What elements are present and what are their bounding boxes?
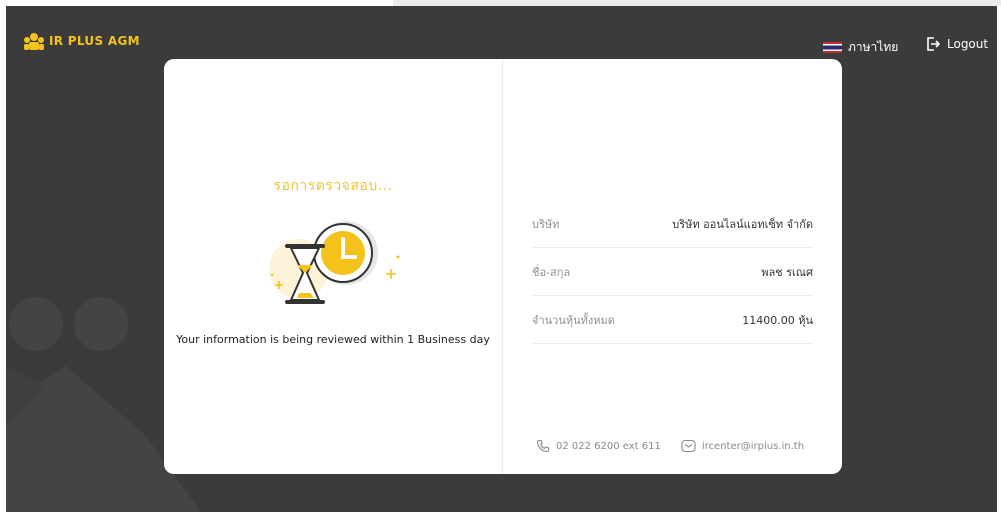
shareholder-details: บริษัท บริษัท ออนไลน์แอทเซ็ท จำกัด ชื่อ-… [532, 200, 813, 344]
contact-email[interactable]: ircenter@irplus.in.th [702, 441, 804, 452]
shares-label: จำนวนหุ้นทั้งหมด [532, 313, 615, 327]
status-title: รอการตรวจสอบ... [273, 178, 393, 194]
detail-row-company: บริษัท บริษัท ออนไลน์แอทเซ็ท จำกัด [532, 200, 813, 248]
language-label: ภาษาไทย [848, 40, 899, 54]
logout-label: Logout [947, 37, 989, 51]
phone-icon [536, 439, 550, 453]
thai-flag-icon [823, 42, 842, 53]
contact-info: 02 022 6200 ext 611 ircenter@irplus.in.t… [536, 439, 804, 453]
name-label: ชื่อ-สกุล [532, 265, 571, 279]
detail-row-shares: จำนวนหุ้นทั้งหมด 11400.00 หุ้น [532, 296, 813, 344]
review-message: Your information is being reviewed withi… [176, 333, 490, 346]
language-switch[interactable]: ภาษาไทย [823, 38, 898, 57]
shares-value: 11400.00 หุ้น [742, 313, 813, 327]
app-logo[interactable]: IR PLUS AGM [23, 31, 140, 51]
logout-icon [927, 37, 941, 51]
logo-icon [24, 33, 44, 50]
card-divider [502, 59, 503, 474]
logo-text: IR PLUS AGM [49, 34, 140, 48]
detail-row-name: ชื่อ-สกุล พลช รเณศ [532, 248, 813, 296]
contact-phone[interactable]: 02 022 6200 ext 611 [556, 441, 661, 452]
review-card: รอการตรวจสอบ... Your information is bein… [164, 59, 842, 474]
company-label: บริษัท [532, 217, 560, 231]
app-screen: IR PLUS AGM ภาษาไทย Logout รอการตรวจสอบ.… [6, 6, 997, 512]
company-value: บริษัท ออนไลน์แอทเซ็ท จำกัด [672, 217, 813, 231]
name-value: พลช รเณศ [761, 265, 813, 279]
logout-button[interactable]: Logout [925, 36, 988, 52]
mail-icon [681, 439, 696, 453]
hourglass-clock-illustration [269, 221, 400, 304]
